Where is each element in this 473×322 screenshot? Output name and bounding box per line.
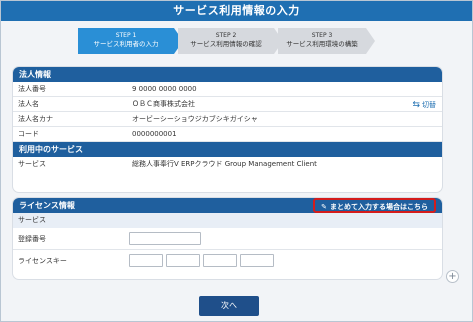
step-2-label: サービス利用情報の確認 (190, 40, 262, 49)
step-indicator: STEP 1 サービス利用者の入力 STEP 2 サービス利用情報の確認 STE… (78, 28, 378, 54)
license-header-title: ライセンス情報 (19, 201, 75, 210)
switch-button[interactable]: ⇆ 切替 (412, 98, 436, 112)
corporate-info-header: 法人情報 (13, 67, 442, 82)
bulk-input-button[interactable]: ✎ まとめて入力する場合はこちら (313, 198, 436, 213)
service-row: サービス 総務人事奉行V ERPクラウド Group Management Cl… (13, 157, 442, 172)
step-3-label: サービス利用環境の構築 (286, 40, 358, 49)
license-service-label: サービス (18, 216, 46, 224)
corporate-name-value: ＯＢＣ商事株式会社 (132, 100, 195, 108)
step-2: STEP 2 サービス利用情報の確認 (178, 28, 274, 54)
bulk-input-label: まとめて入力する場合はこちら (330, 203, 428, 211)
registration-label: 登録番号 (18, 235, 46, 243)
corporate-name-label: 法人名 (18, 100, 39, 108)
step-3: STEP 3 サービス利用環境の構築 (278, 28, 366, 54)
next-button[interactable]: 次へ (199, 296, 259, 316)
service-header: 利用中のサービス (13, 142, 442, 157)
corporate-info-panel: 法人情報 法人番号 9 0000 0000 0000 法人名 ＯＢＣ商事株式会社… (13, 67, 442, 192)
corporate-number-value: 9 0000 0000 0000 (132, 85, 197, 93)
license-header: ライセンス情報 ✎ まとめて入力する場合はこちら (13, 198, 442, 213)
corporate-kana-value: オービーシーショウジカブシキガイシャ (132, 115, 258, 123)
code-row: コード 0000000001 (13, 127, 442, 142)
license-service-row: サービス (13, 213, 442, 228)
corporate-number-row: 法人番号 9 0000 0000 0000 (13, 82, 442, 97)
code-value: 0000000001 (132, 130, 177, 138)
page-title: サービス利用情報の入力 (1, 1, 472, 21)
registration-number-input[interactable] (129, 232, 201, 245)
switch-label: 切替 (422, 101, 436, 109)
corporate-kana-label: 法人名カナ (18, 115, 53, 123)
pencil-icon: ✎ (321, 203, 327, 211)
license-key-input-4[interactable] (240, 254, 274, 267)
license-key-label: ライセンスキー (18, 257, 67, 265)
license-key-input-1[interactable] (129, 254, 163, 267)
swap-icon: ⇆ (412, 100, 420, 110)
step-1-number: STEP 1 (115, 32, 137, 39)
step-3-number: STEP 3 (311, 32, 333, 39)
license-panel: ライセンス情報 ✎ まとめて入力する場合はこちら サービス 登録番号 ライセンスキ… (13, 198, 442, 279)
add-icon[interactable]: + (446, 270, 459, 283)
step-2-number: STEP 2 (215, 32, 237, 39)
step-3-arrow (366, 28, 375, 54)
license-key-input-2[interactable] (166, 254, 200, 267)
step-1: STEP 1 サービス利用者の入力 (78, 28, 174, 54)
corporate-number-label: 法人番号 (18, 85, 46, 93)
step-1-label: サービス利用者の入力 (93, 40, 159, 49)
corporate-name-row: 法人名 ＯＢＣ商事株式会社 ⇆ 切替 (13, 97, 442, 112)
service-label: サービス (18, 160, 46, 168)
license-key-input-3[interactable] (203, 254, 237, 267)
corporate-kana-row: 法人名カナ オービーシーショウジカブシキガイシャ (13, 112, 442, 127)
service-value: 総務人事奉行V ERPクラウド Group Management Client (132, 160, 317, 168)
license-key-row: ライセンスキー (13, 250, 442, 272)
code-label: コード (18, 130, 39, 138)
registration-row: 登録番号 (13, 228, 442, 250)
